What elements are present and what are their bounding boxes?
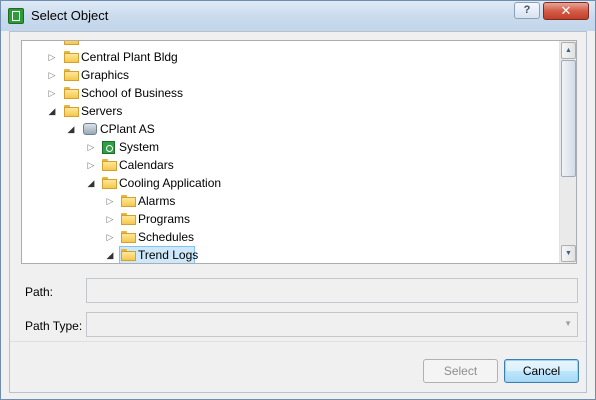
tree-node-label-selected[interactable]: Trend Logs bbox=[136, 246, 200, 263]
folder-icon bbox=[102, 177, 117, 189]
tree-node-graphics[interactable]: ▷ Graphics bbox=[22, 66, 562, 84]
select-button[interactable]: Select bbox=[423, 359, 498, 383]
folder-icon bbox=[121, 213, 136, 225]
dropdown-arrow-icon[interactable]: ▼ bbox=[564, 319, 572, 328]
expand-arrow-icon[interactable]: ▷ bbox=[47, 48, 57, 66]
server-icon bbox=[83, 123, 97, 135]
scroll-down-arrow-icon[interactable]: ▼ bbox=[561, 245, 576, 262]
folder-icon bbox=[102, 159, 117, 171]
scroll-up-arrow-icon[interactable]: ▲ bbox=[561, 42, 576, 59]
tree-node-system[interactable]: ▷ System bbox=[22, 138, 562, 156]
folder-icon bbox=[64, 51, 79, 63]
tree-node-servers[interactable]: ◢ Servers bbox=[22, 102, 562, 120]
path-label: Path: bbox=[25, 285, 54, 299]
tree-node-school-of-business[interactable]: ▷ School of Business bbox=[22, 84, 562, 102]
tree-node-calendars[interactable]: ▷ Calendars bbox=[22, 156, 562, 174]
app-icon bbox=[8, 8, 24, 24]
select-object-dialog: Select Object ? ✕ ▷ Central Plant Bldg ▷… bbox=[0, 0, 596, 400]
tree-node-label[interactable]: Graphics bbox=[79, 66, 131, 84]
tree-node-central-plant-bldg[interactable]: ▷ Central Plant Bldg bbox=[22, 48, 562, 66]
path-type-combobox[interactable]: ▼ bbox=[86, 312, 578, 337]
path-field[interactable] bbox=[86, 278, 578, 303]
tree-node-alarms[interactable]: ▷ Alarms bbox=[22, 192, 562, 210]
tree-node-label[interactable]: Central Plant Bldg bbox=[79, 48, 180, 66]
tree-node-label[interactable]: Alarms bbox=[136, 192, 177, 210]
folder-icon bbox=[64, 87, 79, 99]
tree-vertical-scrollbar[interactable]: ▲ ▼ bbox=[559, 41, 576, 263]
tree-node-trend-logs[interactable]: ◢ Trend Logs bbox=[22, 246, 562, 263]
expand-arrow-icon[interactable]: ▷ bbox=[105, 210, 115, 228]
tree-node-label[interactable]: CPlant AS bbox=[98, 120, 157, 138]
tree-node-label[interactable]: Programs bbox=[136, 210, 192, 228]
expand-arrow-icon[interactable]: ▷ bbox=[86, 156, 96, 174]
folder-icon bbox=[121, 249, 136, 261]
footer-separator bbox=[10, 341, 586, 342]
expand-arrow-icon[interactable]: ▷ bbox=[105, 192, 115, 210]
path-type-label: Path Type: bbox=[25, 319, 83, 333]
folder-icon bbox=[64, 41, 79, 45]
folder-icon bbox=[121, 195, 136, 207]
help-button[interactable]: ? bbox=[514, 2, 540, 19]
dialog-client-area: ▷ Central Plant Bldg ▷ Graphics ▷ School… bbox=[9, 31, 587, 393]
tree-node-label[interactable]: Schedules bbox=[136, 228, 196, 246]
close-button[interactable]: ✕ bbox=[543, 2, 589, 20]
window-title: Select Object bbox=[31, 8, 109, 23]
folder-icon bbox=[121, 231, 136, 243]
expand-arrow-icon[interactable]: ▷ bbox=[47, 84, 57, 102]
tree-node-label[interactable]: Cooling Application bbox=[117, 174, 223, 192]
folder-icon bbox=[64, 69, 79, 81]
scrollbar-thumb[interactable] bbox=[561, 60, 576, 177]
expand-arrow-icon[interactable]: ▷ bbox=[86, 138, 96, 156]
collapse-arrow-icon[interactable]: ◢ bbox=[105, 246, 115, 263]
tree-node-programs[interactable]: ▷ Programs bbox=[22, 210, 562, 228]
tree-node-cplant-as[interactable]: ◢ CPlant AS bbox=[22, 120, 562, 138]
tree-node-label[interactable]: School of Business bbox=[79, 84, 185, 102]
tree-node-label[interactable]: Servers bbox=[79, 102, 124, 120]
tree-node-label[interactable]: Calendars bbox=[117, 156, 176, 174]
tree-row-clipped bbox=[22, 41, 562, 48]
collapse-arrow-icon[interactable]: ◢ bbox=[66, 120, 76, 138]
system-icon bbox=[102, 141, 115, 154]
cancel-button[interactable]: Cancel bbox=[504, 359, 579, 383]
tree-node-label[interactable]: System bbox=[117, 138, 161, 156]
folder-icon bbox=[64, 105, 79, 117]
object-tree[interactable]: ▷ Central Plant Bldg ▷ Graphics ▷ School… bbox=[21, 40, 577, 264]
tree-node-schedules[interactable]: ▷ Schedules bbox=[22, 228, 562, 246]
title-bar[interactable]: Select Object ? ✕ bbox=[1, 1, 595, 31]
expand-arrow-icon[interactable]: ▷ bbox=[47, 66, 57, 84]
expand-arrow-icon[interactable]: ▷ bbox=[105, 228, 115, 246]
collapse-arrow-icon[interactable]: ◢ bbox=[47, 102, 57, 120]
tree-node-cooling-application[interactable]: ◢ Cooling Application bbox=[22, 174, 562, 192]
collapse-arrow-icon[interactable]: ◢ bbox=[86, 174, 96, 192]
